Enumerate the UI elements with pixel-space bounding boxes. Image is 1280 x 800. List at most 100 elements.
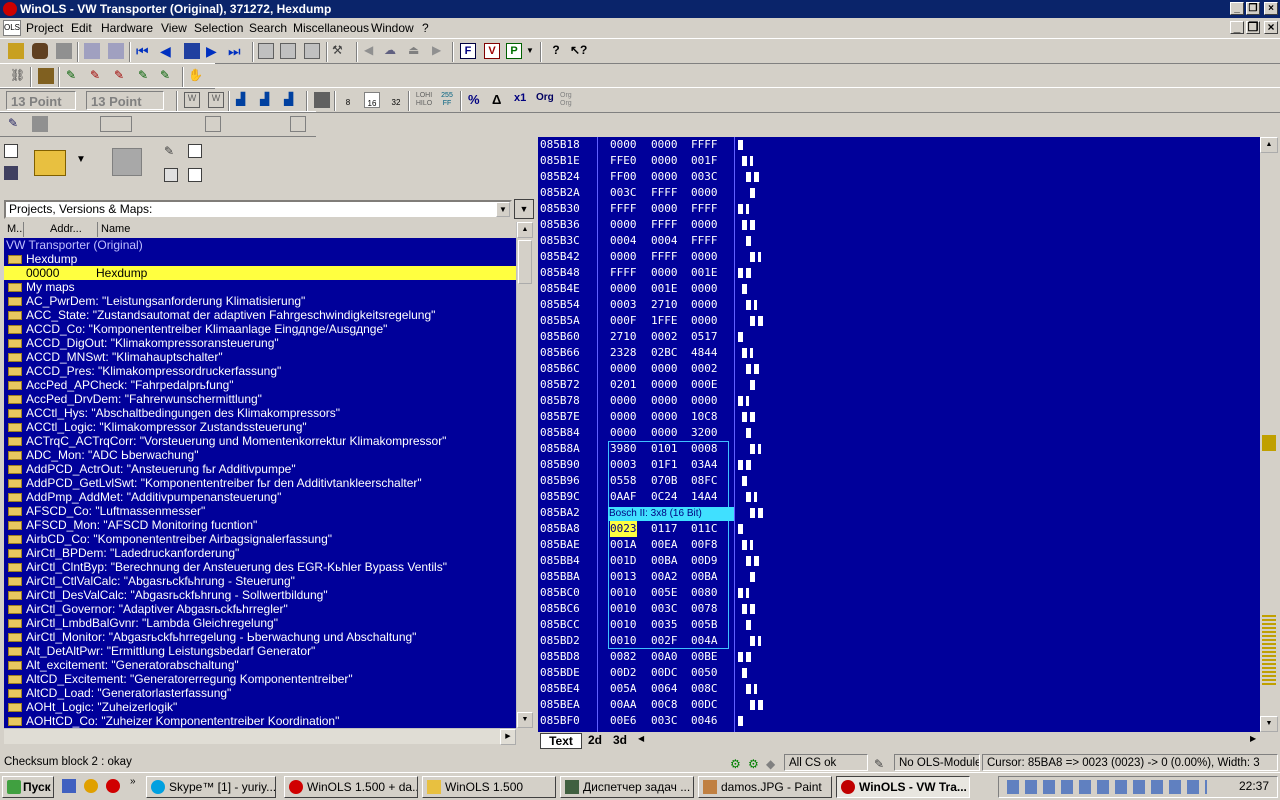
compare-icon[interactable]: [108, 43, 124, 59]
tag-add-icon[interactable]: ✎: [138, 68, 154, 84]
hex-row[interactable]: 085B5A 000F 1FFE 0000: [538, 313, 1258, 329]
width2-icon[interactable]: W: [208, 92, 224, 108]
delta-icon[interactable]: Δ: [492, 92, 508, 108]
hex-value[interactable]: 00D2: [610, 665, 637, 681]
document-icon[interactable]: OLS: [3, 20, 21, 36]
hex-value[interactable]: 0000: [651, 137, 678, 153]
project-combo[interactable]: Projects, Versions & Maps: ▼: [4, 200, 512, 219]
tools-icon[interactable]: ⚒: [332, 43, 348, 59]
hex-row[interactable]: 085BDE 00D2 00DC 0050: [538, 665, 1258, 681]
hex-value[interactable]: 003C: [651, 713, 678, 729]
graph3-icon[interactable]: ▟: [284, 92, 300, 108]
tree-folder-mymaps[interactable]: My maps: [4, 280, 516, 294]
list-icon[interactable]: [258, 43, 274, 59]
hex-value[interactable]: 0000: [691, 217, 718, 233]
graph-icon[interactable]: ▟: [236, 92, 252, 108]
col-addr[interactable]: Addr...: [24, 222, 98, 237]
context-help-icon[interactable]: ↖?: [570, 43, 587, 59]
hex-row[interactable]: 085B48 FFFF 0000 001E: [538, 265, 1258, 281]
hex-value[interactable]: FF00: [610, 169, 637, 185]
p-icon[interactable]: P: [506, 43, 522, 59]
chevron-down-icon[interactable]: ▼: [496, 202, 510, 217]
hex-value[interactable]: 00DC: [651, 665, 678, 681]
print-icon[interactable]: [56, 43, 72, 59]
table-icon[interactable]: [184, 43, 200, 59]
tree-item[interactable]: AddPCD_GetLvlSwt: "Komponententreiber fь…: [4, 476, 516, 490]
network-icon[interactable]: ☁: [384, 43, 400, 59]
hex-value[interactable]: 00BE: [691, 649, 718, 665]
tree-item[interactable]: AirCtl_LmbdBalGvnr: "Lambda Gleichregelu…: [4, 616, 516, 630]
hex-value[interactable]: 0000: [610, 393, 637, 409]
hex-value[interactable]: 0000: [691, 297, 718, 313]
menu-miscellaneous[interactable]: Miscellaneous: [293, 18, 369, 38]
properties-icon[interactable]: [164, 168, 178, 182]
hex-value[interactable]: 10C8: [691, 409, 718, 425]
menu-search[interactable]: Search: [249, 18, 287, 38]
first-icon[interactable]: ⏮: [136, 43, 152, 59]
hex-value[interactable]: 0201: [610, 377, 637, 393]
doc-close-icon[interactable]: ×: [1264, 21, 1278, 34]
hex-value[interactable]: 005A: [610, 681, 637, 697]
hex-value[interactable]: 001E: [691, 265, 718, 281]
x1-icon[interactable]: x1: [514, 92, 530, 108]
hex-value[interactable]: 0002: [691, 361, 718, 377]
tab-scroll-right-icon[interactable]: ▶: [1250, 734, 1256, 743]
tree-item[interactable]: ACCD_Co: "Komponententreiber Klimaanlage…: [4, 322, 516, 336]
tree-item[interactable]: AirbCD_Co: "Komponententreiber Airbagsig…: [4, 532, 516, 546]
tree-item[interactable]: AC_PwrDem: "Leistungsanforderung Klimati…: [4, 294, 516, 308]
hex-value[interactable]: 0000: [651, 393, 678, 409]
hex-row[interactable]: 085B36 0000 FFFF 0000: [538, 217, 1258, 233]
bit32-icon[interactable]: 32: [388, 92, 404, 108]
tree-item[interactable]: AirCtl_ClntByp: "Berechnung der Ansteuer…: [4, 560, 516, 574]
menu-selection[interactable]: Selection: [194, 18, 243, 38]
hex-value[interactable]: 0000: [651, 201, 678, 217]
point-size-field-2[interactable]: 13 Point: [86, 91, 164, 110]
hex-value[interactable]: FFFF: [691, 233, 718, 249]
hex-row[interactable]: 085B18 0000 0000 FFFF: [538, 137, 1258, 153]
tree-item[interactable]: Alt_excitement: "Generatorabschaltung": [4, 658, 516, 672]
tree-item[interactable]: ACCtl_Hys: "Abschaltbedingungen des Klim…: [4, 406, 516, 420]
hex-value[interactable]: 0000: [651, 409, 678, 425]
close-icon[interactable]: ×: [1264, 2, 1278, 15]
hex-value[interactable]: 003C: [610, 185, 637, 201]
hex-value[interactable]: 0000: [610, 409, 637, 425]
hex-value[interactable]: FFFF: [651, 249, 678, 265]
hex-row[interactable]: 085B2A 003C FFFF 0000: [538, 185, 1258, 201]
hex-row[interactable]: 085B60 2710 0002 0517: [538, 329, 1258, 345]
graph2-icon[interactable]: ▟: [260, 92, 276, 108]
tree-item[interactable]: AFSCD_Mon: "AFSCD Monitoring fucntion": [4, 518, 516, 532]
hex-value[interactable]: 0000: [691, 185, 718, 201]
hex-value[interactable]: 000E: [691, 377, 718, 393]
hex-row[interactable]: 085BD8 0082 00A0 00BE: [538, 649, 1258, 665]
hex-value[interactable]: 0046: [691, 713, 718, 729]
org-org-icon[interactable]: Org Org: [560, 92, 580, 108]
eprom-icon[interactable]: [32, 43, 48, 59]
hex-value[interactable]: 000F: [610, 313, 637, 329]
tab-3d[interactable]: 3d: [608, 733, 632, 749]
hex-value[interactable]: 00A0: [651, 649, 678, 665]
tree-item[interactable]: AOHtCD_Co: "Zuheizer Komponententreiber …: [4, 714, 516, 728]
hex-value[interactable]: 0002: [651, 329, 678, 345]
tree-item[interactable]: AccPed_APCheck: "Fahrpedalprьfung": [4, 378, 516, 392]
hex-scrollbar[interactable]: ▲ ▼: [1260, 137, 1278, 732]
scroll-thumb[interactable]: [518, 240, 532, 284]
scroll-icon[interactable]: [304, 43, 320, 59]
point-size-field-1[interactable]: 13 Point: [6, 91, 76, 110]
hex-row[interactable]: 085B24 FF00 0000 003C: [538, 169, 1258, 185]
forward-icon[interactable]: ▶: [432, 43, 448, 59]
hex-value[interactable]: 00AA: [610, 697, 637, 713]
hex-value[interactable]: 0000: [651, 361, 678, 377]
hex-value[interactable]: FFFF: [610, 201, 637, 217]
tree-item[interactable]: AddPCD_ActrOut: "Ansteuerung fьr Additiv…: [4, 462, 516, 476]
hex-value[interactable]: 003C: [691, 169, 718, 185]
hex-row[interactable]: 085BE4 005A 0064 008C: [538, 681, 1258, 697]
col-m[interactable]: M..: [4, 222, 24, 237]
scroll-up-icon[interactable]: ▲: [1260, 137, 1278, 153]
tree-item[interactable]: AltCD_Excitement: "Generatorerregung Kom…: [4, 672, 516, 686]
tree-item[interactable]: ACC_State: "Zustandsautomat der adaptive…: [4, 308, 516, 322]
new-icon[interactable]: [4, 144, 18, 158]
tag-move-icon[interactable]: ✎: [160, 68, 176, 84]
hex-value[interactable]: 0000: [610, 217, 637, 233]
hex-row[interactable]: 085B1E FFE0 0000 001F: [538, 153, 1258, 169]
hex-row[interactable]: 085BEA 00AA 00C8 00DC: [538, 697, 1258, 713]
